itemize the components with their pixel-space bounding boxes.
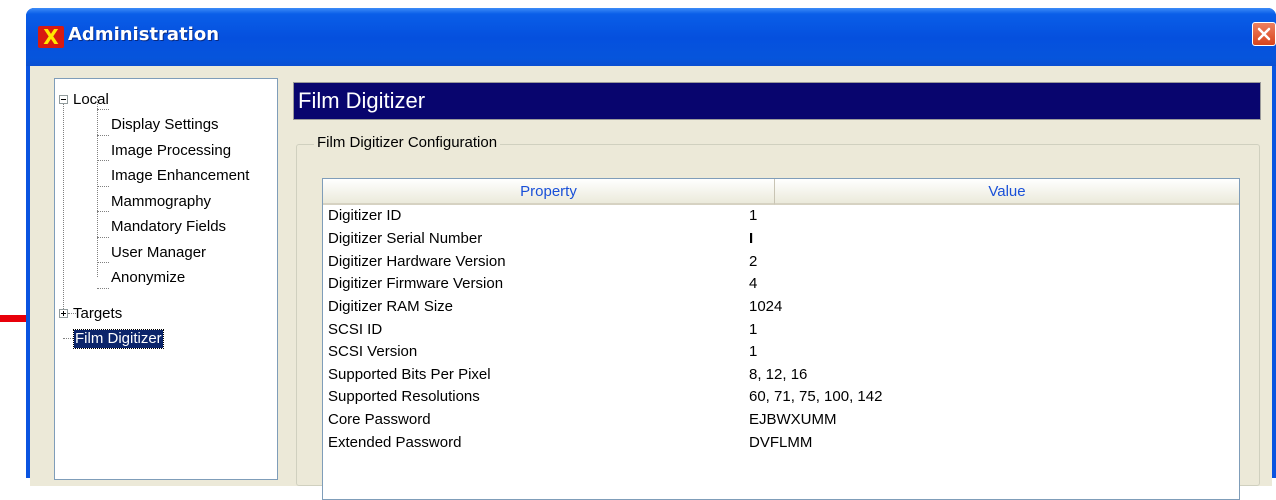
collapse-local-icon[interactable] xyxy=(59,95,68,104)
column-header-property[interactable]: Property xyxy=(323,179,775,205)
row-value[interactable]: 1 xyxy=(749,343,757,361)
tree-node-image-processing[interactable]: Image Processing xyxy=(111,142,231,160)
page-title: Film Digitizer xyxy=(298,88,426,113)
row-property[interactable]: Extended Password xyxy=(328,434,461,452)
row-property[interactable]: SCSI Version xyxy=(328,343,417,361)
row-property[interactable]: SCSI ID xyxy=(328,321,382,339)
close-button[interactable] xyxy=(1252,22,1276,46)
tree-node-user-manager[interactable]: User Manager xyxy=(111,244,206,262)
row-property[interactable]: Digitizer Serial Number xyxy=(328,230,482,248)
row-value[interactable]: 4 xyxy=(749,275,757,293)
row-value[interactable]: 1 xyxy=(749,321,757,339)
row-property[interactable]: Digitizer Firmware Version xyxy=(328,275,503,293)
row-value[interactable]: 60, 71, 75, 100, 142 xyxy=(749,388,882,406)
tree-node-anonymize[interactable]: Anonymize xyxy=(111,269,185,287)
row-value[interactable]: DVFLMM xyxy=(749,434,812,452)
administration-window: X Administration Local Display Settings … xyxy=(26,8,1276,500)
page-header-bar: Film Digitizer xyxy=(293,82,1261,120)
row-property[interactable]: Digitizer Hardware Version xyxy=(328,253,506,271)
tree-node-mandatory-fields[interactable]: Mandatory Fields xyxy=(111,218,226,236)
row-value[interactable]: 2 xyxy=(749,253,757,271)
tree-node-film-digitizer[interactable]: Film Digitizer xyxy=(73,329,164,349)
row-value[interactable]: I xyxy=(749,230,753,248)
row-property[interactable]: Supported Bits Per Pixel xyxy=(328,366,491,384)
row-value[interactable]: 1 xyxy=(749,207,757,225)
expand-targets-icon[interactable] xyxy=(59,309,68,318)
tree-node-local[interactable]: Local xyxy=(73,91,109,109)
window-client-area: Local Display Settings Image Processing … xyxy=(30,66,1272,500)
row-value[interactable]: 1024 xyxy=(749,298,782,316)
title-bar[interactable]: X Administration xyxy=(26,8,1276,66)
row-property[interactable]: Supported Resolutions xyxy=(328,388,480,406)
row-value[interactable]: 8, 12, 16 xyxy=(749,366,807,384)
row-property[interactable]: Digitizer RAM Size xyxy=(328,298,453,316)
tree-node-display-settings[interactable]: Display Settings xyxy=(111,116,219,134)
tree-node-image-enhancement[interactable]: Image Enhancement xyxy=(111,167,249,185)
tree-node-targets[interactable]: Targets xyxy=(73,305,122,323)
row-property[interactable]: Digitizer ID xyxy=(328,207,401,225)
navigation-tree[interactable]: Local Display Settings Image Processing … xyxy=(54,78,278,480)
column-header-value[interactable]: Value xyxy=(775,179,1239,205)
properties-listview[interactable]: Property Value Digitizer ID 1 Digitizer … xyxy=(322,178,1240,500)
tree-node-mammography[interactable]: Mammography xyxy=(111,193,211,211)
app-icon: X xyxy=(38,26,64,48)
close-icon xyxy=(1257,27,1271,41)
window-title: Administration xyxy=(68,24,220,45)
row-value[interactable]: EJBWXUMM xyxy=(749,411,837,429)
row-property[interactable]: Core Password xyxy=(328,411,431,429)
groupbox-label: Film Digitizer Configuration xyxy=(314,134,501,151)
